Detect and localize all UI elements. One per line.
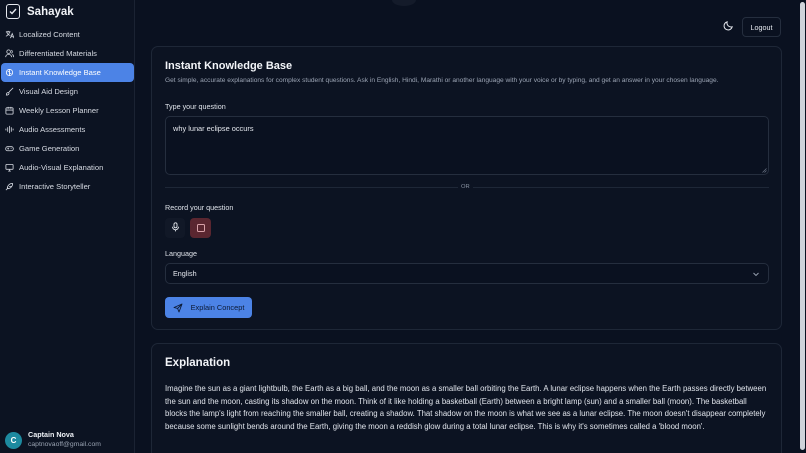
sidebar-item-label: Audio-Visual Explanation — [19, 163, 104, 172]
language-selected-value: English — [173, 269, 197, 278]
audio-wave-icon — [5, 125, 14, 134]
calendar-icon — [5, 106, 14, 115]
user-info: Captain Nova captnovaoff@gmail.com — [28, 430, 101, 450]
sidebar-item-audio-assessments[interactable]: Audio Assessments — [1, 120, 134, 139]
sidebar-nav: Localized Content Differentiated Materia… — [0, 25, 135, 196]
record-start-button[interactable] — [165, 218, 185, 238]
notebook-check-icon — [6, 4, 20, 19]
page-subtitle: Get simple, accurate explanations for co… — [165, 77, 719, 84]
brain-icon — [5, 68, 14, 77]
sidebar-item-localized-content[interactable]: Localized Content — [1, 25, 134, 44]
sidebar-item-instant-knowledge-base[interactable]: Instant Knowledge Base — [1, 63, 134, 82]
record-label: Record your question — [165, 203, 234, 212]
microphone-icon — [171, 219, 180, 237]
top-indicator — [392, 0, 416, 6]
sidebar-item-label: Visual Aid Design — [19, 87, 78, 96]
scrollbar-thumb[interactable] — [800, 2, 805, 450]
gamepad-icon — [5, 144, 14, 153]
moon-icon — [723, 18, 734, 36]
stop-icon — [196, 224, 205, 232]
language-label: Language — [165, 249, 197, 258]
sidebar-item-label: Differentiated Materials — [19, 49, 97, 58]
question-label: Type your question — [165, 102, 226, 111]
resize-grip-icon[interactable] — [762, 168, 767, 173]
logout-button[interactable]: Logout — [742, 17, 781, 37]
sidebar: Sahayak Localized Content Differentiated… — [0, 0, 135, 453]
monitor-icon — [5, 163, 14, 172]
explanation-text: Imagine the sun as a giant lightbulb, th… — [165, 384, 767, 432]
language-select[interactable]: English — [165, 263, 769, 284]
sidebar-item-game-generation[interactable]: Game Generation — [1, 139, 134, 158]
avatar: C — [5, 431, 22, 449]
record-stop-button[interactable] — [190, 218, 211, 238]
sidebar-item-label: Instant Knowledge Base — [19, 68, 101, 77]
or-separator: OR — [458, 184, 473, 190]
feather-icon — [5, 182, 14, 191]
sidebar-item-differentiated-materials[interactable]: Differentiated Materials — [1, 44, 134, 63]
theme-toggle-button[interactable] — [720, 19, 736, 35]
sidebar-item-label: Interactive Storyteller — [19, 182, 91, 191]
explain-concept-button[interactable]: Explain Concept — [165, 297, 252, 318]
question-input[interactable]: why lunar eclipse occurs — [165, 116, 769, 175]
sidebar-item-label: Audio Assessments — [19, 125, 86, 134]
users-icon — [5, 49, 14, 58]
sidebar-item-audio-visual-explanation[interactable]: Audio-Visual Explanation — [1, 158, 134, 177]
translate-icon — [5, 30, 14, 39]
brand-name: Sahayak — [27, 5, 74, 18]
sidebar-item-interactive-storyteller[interactable]: Interactive Storyteller — [1, 177, 134, 196]
sidebar-item-label: Game Generation — [19, 144, 80, 153]
brand[interactable]: Sahayak — [6, 4, 74, 19]
sidebar-item-weekly-lesson-planner[interactable]: Weekly Lesson Planner — [1, 101, 134, 120]
user-name: Captain Nova — [28, 430, 74, 439]
knowledge-base-card: Instant Knowledge Base Get simple, accur… — [151, 46, 782, 330]
chevron-down-icon — [753, 272, 759, 277]
explanation-title: Explanation — [165, 357, 231, 369]
send-icon — [173, 303, 183, 312]
brush-icon — [5, 87, 14, 96]
page-scrollbar[interactable] — [799, 0, 806, 453]
user-email: captnovaoff@gmail.com — [28, 441, 101, 448]
user-profile[interactable]: C Captain Nova captnovaoff@gmail.com — [5, 430, 101, 450]
explain-concept-label: Explain Concept — [190, 303, 245, 312]
explanation-card: Explanation Imagine the sun as a giant l… — [151, 343, 782, 453]
sidebar-item-visual-aid-design[interactable]: Visual Aid Design — [1, 82, 134, 101]
sidebar-item-label: Weekly Lesson Planner — [19, 106, 99, 115]
sidebar-item-label: Localized Content — [19, 30, 80, 39]
page-title: Instant Knowledge Base — [165, 60, 293, 72]
